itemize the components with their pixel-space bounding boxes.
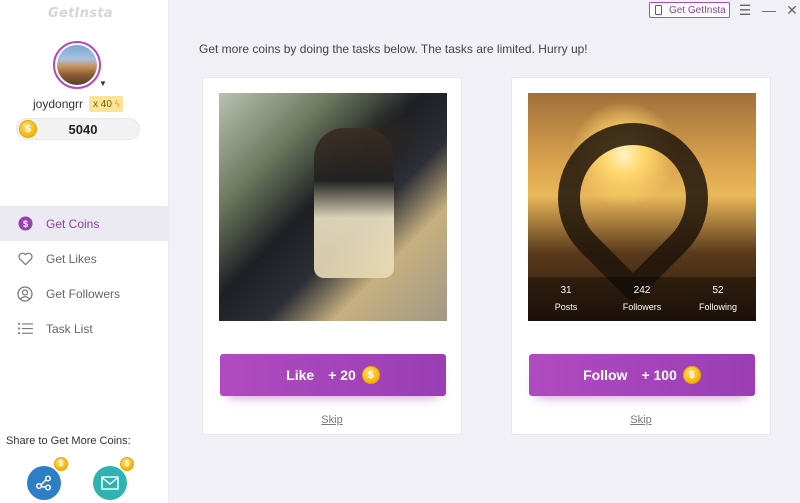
profile-image: 31 Posts 242 Followers 52 Following [528, 93, 756, 321]
dollar-coin-icon: $ [17, 216, 33, 232]
like-task-card: Like + 20 $ Skip [202, 77, 462, 435]
instructions-text: Get more coins by doing the tasks below.… [199, 42, 588, 56]
follow-button-label: Follow [583, 367, 628, 383]
minimize-icon[interactable]: — [761, 2, 777, 18]
hamburger-icon[interactable]: ☰ [737, 2, 753, 18]
sidebar-item-task-list[interactable]: Task List [0, 311, 169, 346]
sidebar-item-label: Get Followers [46, 286, 121, 301]
skip-link[interactable]: Skip [203, 414, 461, 426]
sidebar: GetInsta ▼ joydongrr x 40 ϟ $ 5040 $ Get… [0, 0, 169, 503]
follow-reward: + 100 [641, 367, 677, 383]
share-email-button[interactable]: $ [93, 457, 134, 500]
profile-stats: 31 Posts 242 Followers 52 Following [528, 277, 756, 321]
user-circle-icon [17, 285, 33, 302]
coin-icon: $ [54, 457, 68, 471]
sidebar-item-get-followers[interactable]: Get Followers [0, 276, 169, 311]
skip-link[interactable]: Skip [512, 414, 770, 426]
get-getinsta-button[interactable]: Get GetInsta [649, 2, 730, 18]
heart-icon [17, 251, 33, 267]
like-button[interactable]: Like + 20 $ [220, 354, 446, 396]
coin-icon: $ [361, 366, 380, 384]
multiplier-text: x 40 [93, 99, 112, 110]
username: joydongrr [33, 97, 84, 111]
get-getinsta-label: Get GetInsta [669, 4, 726, 16]
share-network-button[interactable]: $ [27, 457, 68, 500]
bolt-icon: ϟ [114, 99, 120, 109]
coin-amount: 5040 [68, 122, 98, 137]
like-reward: + 20 [328, 367, 356, 383]
app-logo: GetInsta [48, 6, 113, 21]
sidebar-item-label: Get Likes [46, 251, 97, 266]
coin-icon: $ [120, 457, 134, 471]
sidebar-item-label: Get Coins [46, 216, 100, 231]
stat-followers: 242 Followers [622, 285, 662, 312]
sidebar-item-get-likes[interactable]: Get Likes [0, 241, 169, 276]
mail-icon [101, 476, 119, 490]
sidebar-nav: $ Get Coins Get Likes Get Followers Task… [0, 206, 169, 346]
post-image [219, 93, 447, 321]
chevron-down-icon[interactable]: ▼ [99, 79, 107, 88]
like-button-label: Like [286, 367, 315, 383]
coin-icon: $ [682, 366, 701, 384]
list-icon [17, 321, 33, 337]
share-icon [35, 475, 52, 491]
follow-task-card: 31 Posts 242 Followers 52 Following Foll… [511, 77, 771, 435]
stat-posts: 31 Posts [554, 285, 578, 312]
share-label: Share to Get More Coins: [6, 435, 131, 447]
stat-following: 52 Following [698, 285, 738, 312]
close-icon[interactable]: ✕ [784, 2, 800, 18]
sidebar-item-label: Task List [46, 321, 93, 336]
avatar[interactable] [53, 41, 101, 89]
multiplier-badge: x 40 ϟ [89, 96, 124, 112]
follow-button[interactable]: Follow + 100 $ [529, 354, 755, 396]
svg-text:$: $ [22, 219, 28, 229]
sidebar-item-get-coins[interactable]: $ Get Coins [0, 206, 169, 241]
phone-icon [655, 5, 662, 15]
coin-balance: $ 5040 [16, 118, 140, 140]
